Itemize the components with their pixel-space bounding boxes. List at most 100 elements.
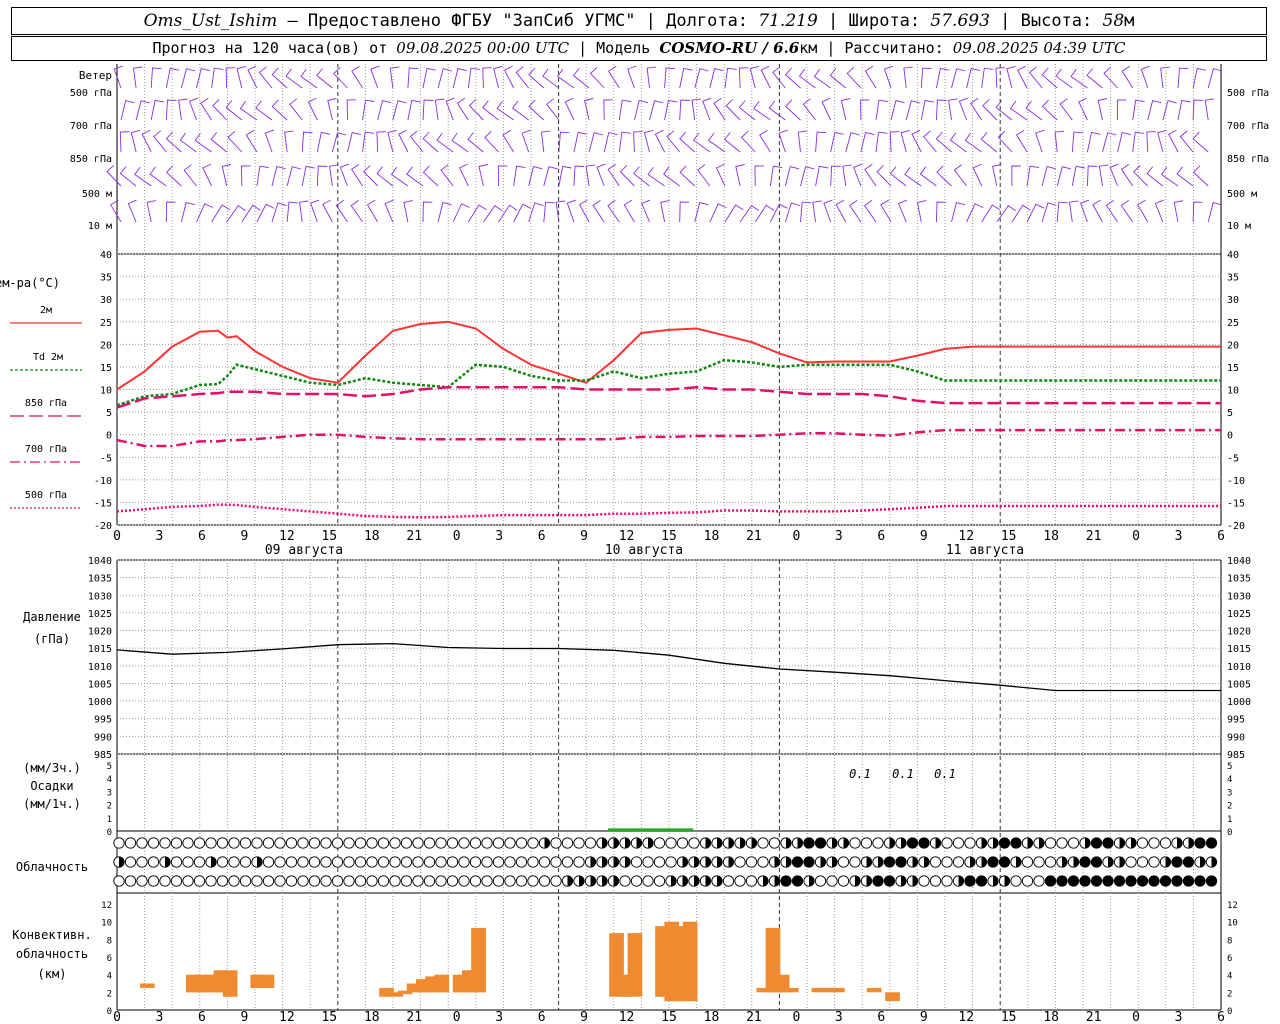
precip-tick-label: 3 [107, 788, 112, 798]
cloud-circle [515, 837, 528, 849]
precip-tick-label: 4 [107, 775, 112, 785]
hour-label-bottom: 0 [113, 1010, 121, 1024]
wind-barb [301, 165, 315, 187]
wind-barb [557, 68, 575, 89]
cloud-circle [584, 837, 597, 849]
cloud-circle [136, 875, 148, 887]
temp-tick-label: 35 [100, 273, 112, 284]
cloud-fill [694, 875, 700, 887]
wind-barb [654, 129, 665, 153]
cloud-circle [285, 856, 298, 868]
wind-barb [784, 166, 800, 187]
wind-barb [1011, 204, 1031, 223]
wind-barb [1056, 166, 1072, 187]
cloud-fill [1119, 837, 1125, 849]
cloud-circle [205, 837, 217, 849]
temp-tick-label: 10 [100, 386, 112, 397]
pressure-tick-label-right: 1010 [1227, 662, 1251, 673]
wind-barb [256, 203, 275, 223]
wind-barb [1177, 67, 1189, 89]
wind-barb [953, 164, 967, 187]
wind-level-label-right: 10 м [1227, 221, 1251, 232]
cloud-circle [435, 875, 447, 887]
wind-barb [754, 165, 765, 187]
cloud-circle [297, 856, 309, 868]
wind-barb [493, 65, 503, 89]
wind-barb [1160, 166, 1179, 187]
cloud-circle [458, 837, 470, 849]
cloud-circle [469, 875, 482, 887]
cloud-circle [1125, 856, 1137, 868]
wind-barb [1068, 200, 1079, 223]
wind-barb [545, 98, 560, 121]
wind-barb [498, 204, 518, 223]
wind-barb [1092, 199, 1103, 223]
convective-bar [830, 987, 845, 993]
cloud-fill [1131, 837, 1137, 849]
cloud-circle [297, 875, 309, 887]
wind-barb [900, 129, 910, 153]
wind-barb [829, 68, 847, 89]
hour-label: 12 [279, 529, 295, 544]
wind-level-label-right: 500 м [1227, 189, 1257, 200]
wind-barb [153, 130, 167, 153]
wind-barb [543, 166, 558, 187]
wind-barb [468, 99, 484, 121]
pressure-tick-label-right: 1030 [1227, 591, 1251, 602]
cloud-circle [527, 875, 539, 887]
cloud-circle [653, 837, 666, 849]
wind-barb [478, 164, 488, 187]
hour-label: 6 [877, 529, 885, 544]
cloud-fill [901, 837, 907, 849]
conv-tick-label-right: 8 [1227, 936, 1232, 946]
pressure-tick-label-right: 1000 [1227, 697, 1251, 708]
wind-barb [558, 165, 572, 187]
wind-barb [589, 66, 605, 89]
wind-barb [663, 166, 680, 187]
wind-barb [972, 163, 983, 187]
wind-barb [1086, 131, 1101, 153]
cloud-circle [193, 837, 206, 849]
conv-panel-title-2: облачность [16, 947, 88, 961]
hour-label-bottom: 0 [792, 1010, 800, 1024]
hour-label-bottom: 9 [920, 1010, 928, 1024]
precip-tick-label-right: 5 [1227, 762, 1232, 772]
cloud-fill [1073, 856, 1079, 868]
wind-barb [339, 163, 349, 187]
wind-barb [247, 65, 258, 89]
temp-tick-label: -5 [100, 453, 112, 464]
wind-barb [1015, 129, 1028, 153]
cloud-circle [320, 856, 332, 868]
temp-legend-label: 500 гПа [25, 490, 67, 501]
wind-barb [679, 99, 690, 121]
wind-barb [1028, 66, 1043, 89]
temp-tick-label-right: -10 [1227, 476, 1245, 487]
cloud-fill [1016, 856, 1022, 868]
wind-barb [178, 98, 188, 121]
cloud-circle [538, 875, 551, 887]
wind-barb [1160, 66, 1170, 89]
wind-barb [1121, 65, 1134, 89]
wind-barb [422, 201, 433, 223]
hour-label-bottom: 9 [240, 1010, 248, 1024]
convective-bar [222, 970, 238, 997]
wind-barb [452, 68, 467, 89]
cloud-circle [285, 875, 298, 887]
hour-label: 21 [406, 529, 422, 544]
wind-barb [120, 100, 135, 121]
wind-barb [310, 199, 320, 223]
cloud-circle [803, 837, 815, 849]
precip-tick-label: 2 [107, 802, 112, 812]
wind-barb [738, 100, 756, 121]
cloud-fill [1039, 837, 1045, 849]
wind-barb [362, 99, 375, 121]
cloud-fill [993, 875, 999, 887]
cloud-circle [147, 875, 160, 887]
cloud-circle [262, 837, 275, 849]
cloud-fill [774, 856, 780, 868]
wind-barb [1133, 165, 1149, 187]
wind-barb [1192, 165, 1209, 187]
precip-bar [663, 828, 694, 831]
wind-barb [679, 67, 693, 89]
cloud-circle [964, 875, 976, 887]
